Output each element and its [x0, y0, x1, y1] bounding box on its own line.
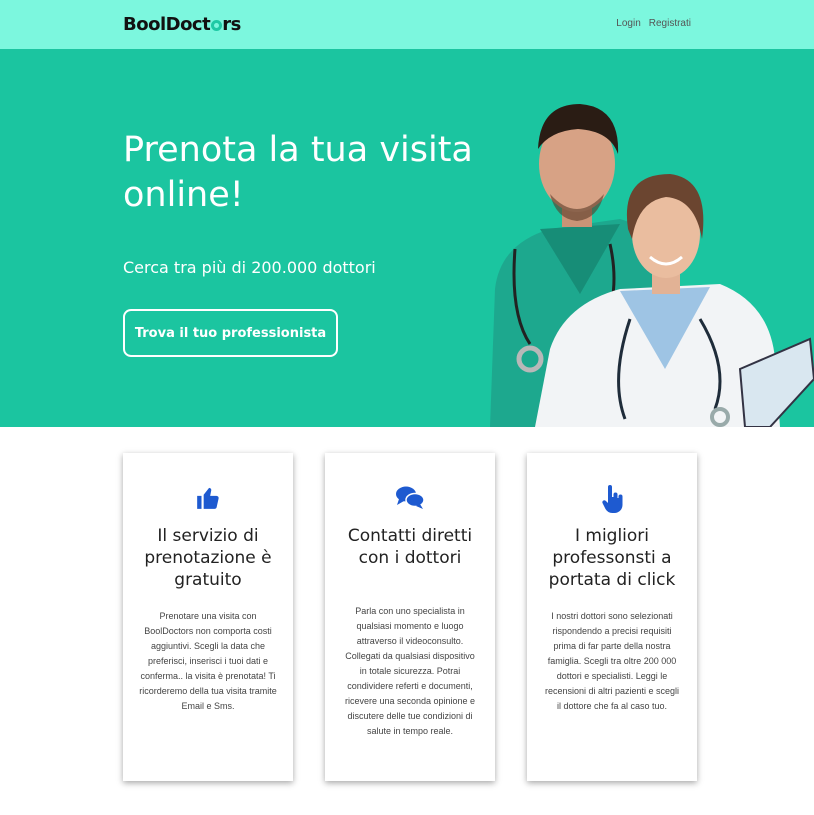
- feature-title: I migliori professonsti a portata di cli…: [548, 526, 676, 590]
- feature-description: I nostri dottori sono selezionati rispon…: [544, 611, 680, 711]
- feature-card-free-booking: Il servizio di prenotazione è gratuito P…: [123, 453, 293, 781]
- hero-banner: Prenota la tua visita online! Cerca tra …: [0, 49, 814, 427]
- hero-title: Prenota la tua visita online!: [123, 130, 473, 215]
- login-link[interactable]: Login: [616, 18, 640, 29]
- top-navbar: BoolDoct rs Login Registrati: [0, 0, 814, 49]
- logo-stethoscope-icon: [211, 20, 223, 31]
- feature-title: Contatti diretti con i dottori: [347, 526, 473, 568]
- chat-bubbles-icon: [325, 485, 495, 511]
- register-link[interactable]: Registrati: [649, 18, 691, 29]
- thumbs-up-icon: [123, 485, 293, 511]
- feature-title: Il servizio di prenotazione è gratuito: [144, 526, 272, 590]
- feature-card-best-professionals: I migliori professonsti a portata di cli…: [527, 453, 697, 781]
- feature-description: Parla con uno specialista in qualsiasi m…: [344, 606, 476, 736]
- doctors-photo: [490, 104, 814, 427]
- logo-text-suffix: rs: [222, 14, 241, 35]
- feature-description: Prenotare una visita con BoolDoctors non…: [139, 611, 277, 711]
- find-professional-button[interactable]: Trova il tuo professionista: [123, 309, 338, 357]
- auth-nav: Login Registrati: [616, 18, 691, 29]
- logo-text: BoolDoct: [123, 14, 211, 35]
- site-logo[interactable]: BoolDoct rs: [123, 14, 241, 35]
- pointing-hand-icon: [527, 485, 697, 513]
- hero-subtitle: Cerca tra più di 200.000 dottori: [123, 258, 376, 277]
- feature-card-direct-contact: Contatti diretti con i dottori Parla con…: [325, 453, 495, 781]
